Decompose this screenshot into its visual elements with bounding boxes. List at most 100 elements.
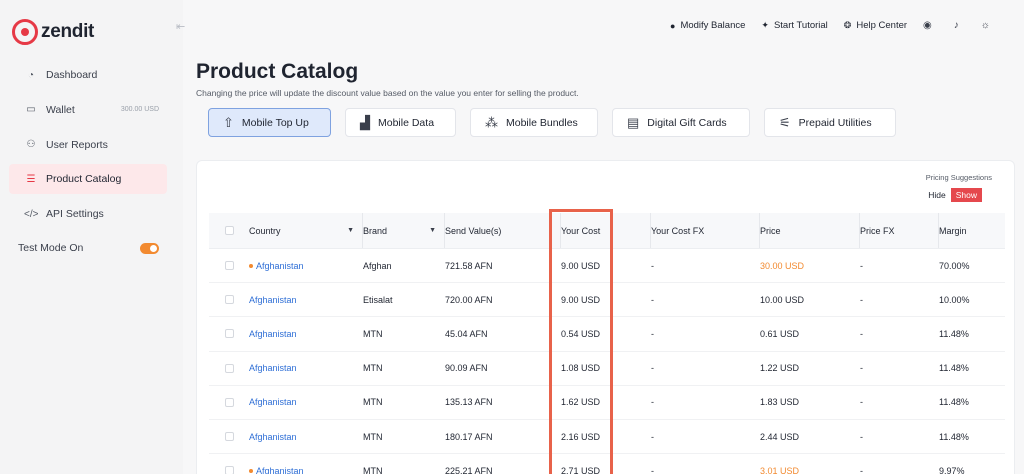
country-link[interactable]: Afghanistan — [249, 363, 297, 373]
cell-country: Afghanistan — [249, 283, 363, 316]
cell-country: Afghanistan — [249, 352, 363, 385]
row-checkbox[interactable] — [224, 295, 234, 305]
tab-digital-gift-cards[interactable]: ▤ Digital Gift Cards — [612, 108, 750, 137]
pricing-suggestions-toggle: Hide Show — [923, 188, 982, 202]
sidebar-item-label: Wallet — [46, 103, 75, 116]
cell-brand: Etisalat — [363, 294, 393, 305]
row-checkbox[interactable] — [224, 363, 234, 373]
cell-send-value: 225.21 AFN — [445, 465, 493, 474]
category-tabs: ⇧ Mobile Top Up ▟ Mobile Data ⁂ Mobile B… — [208, 108, 910, 137]
row-select-cell — [209, 352, 249, 385]
table-header: Country ▼ Brand ▼ Send Value(s) Your Cos… — [209, 213, 1005, 249]
sidebar-item-dashboard[interactable]: ◔ Dashboard — [9, 60, 167, 90]
cell-brand: Afghan — [363, 260, 392, 271]
sidebar: zendit ⇤ ◔ Dashboard ▭ Wallet 300.00 USD… — [0, 0, 185, 474]
cell-your-cost: 2.71 USD — [561, 465, 601, 474]
cell-price[interactable]: 0.61 USD — [760, 317, 860, 350]
test-mode-toggle[interactable] — [140, 242, 159, 254]
list-icon: ☰ — [26, 173, 36, 185]
bundles-icon: ⁂ — [485, 114, 498, 130]
modify-balance-label: Modify Balance — [680, 20, 746, 31]
cell-send-value: 720.00 AFN — [445, 294, 493, 305]
tab-prepaid-utilities[interactable]: ⚟ Prepaid Utilities — [764, 108, 896, 137]
cell-margin: 11.48% — [939, 363, 969, 374]
catalog-panel: Pricing Suggestions Hide Show Country ▼ … — [196, 160, 1015, 474]
sidebar-item-user-reports[interactable]: ⚇ User Reports — [9, 130, 167, 160]
row-checkbox[interactable] — [224, 432, 234, 442]
status-dot-icon — [249, 263, 253, 268]
theme-sun-icon[interactable]: ☼ — [981, 20, 990, 31]
row-checkbox[interactable] — [224, 466, 234, 474]
table-row: Afghanistan MTN 180.17 AFN 2.16 USD -2.44 US… — [209, 420, 1005, 455]
zendit-logo[interactable]: zendit — [12, 19, 94, 45]
table-row: Afghanistan MTN 135.13 AFN 1.62 USD -1.83 US… — [209, 386, 1005, 420]
logo-mark-icon — [12, 19, 38, 45]
header-country[interactable]: Country ▼ — [249, 213, 363, 248]
modify-balance-button[interactable]: ● Modify Balance — [670, 20, 745, 31]
tab-mobile-top-up[interactable]: ⇧ Mobile Top Up — [208, 108, 331, 137]
cell-price-fx: - — [860, 431, 863, 442]
country-link[interactable]: Afghanistan — [256, 466, 304, 474]
row-select-cell — [209, 249, 249, 282]
cell-price[interactable]: 1.22 USD — [760, 352, 860, 385]
cell-price[interactable]: 3.01 USD — [760, 454, 860, 474]
row-checkbox[interactable] — [224, 329, 234, 339]
cell-price[interactable]: 30.00 USD — [760, 249, 860, 282]
sidebar-item-product-catalog[interactable]: ☰ Product Catalog — [9, 164, 167, 195]
country-link[interactable]: Afghanistan — [249, 329, 297, 339]
cell-country: Afghanistan — [249, 420, 363, 453]
cell-country: Afghanistan — [249, 454, 363, 474]
cell-price-fx: - — [860, 465, 863, 474]
country-link[interactable]: Afghanistan — [249, 295, 297, 305]
tab-mobile-bundles[interactable]: ⁂ Mobile Bundles — [470, 108, 598, 137]
table-row: Afghanistan MTN 225.21 AFN 2.71 USD -3.01 US… — [209, 454, 1005, 474]
cell-price[interactable]: 2.44 USD — [760, 420, 860, 453]
header-brand[interactable]: Brand ▼ — [363, 213, 445, 248]
header-label: Price FX — [860, 225, 895, 236]
sidebar-item-wallet[interactable]: ▭ Wallet 300.00 USD — [9, 95, 167, 125]
tab-label: Mobile Top Up — [241, 116, 309, 129]
help-center-button[interactable]: ❂ Help Center — [844, 20, 907, 31]
header-price-fx: Price FX — [860, 213, 939, 248]
code-icon: </> — [24, 208, 39, 220]
cell-send-value: 180.17 AFN — [445, 431, 493, 442]
row-checkbox[interactable] — [224, 261, 234, 271]
table-row: Afghanistan MTN 90.09 AFN 1.08 USD -1.22 USD… — [209, 352, 1005, 386]
cell-your-cost-fx: - — [651, 260, 654, 271]
cell-your-cost: 1.62 USD — [561, 397, 601, 408]
filter-icon[interactable]: ▼ — [429, 227, 436, 234]
select-all-checkbox[interactable] — [224, 226, 234, 235]
account-icon[interactable]: ◉ — [923, 20, 932, 31]
country-link[interactable]: Afghanistan — [256, 261, 304, 271]
country-link[interactable]: Afghanistan — [249, 432, 297, 442]
collapse-sidebar-icon[interactable]: ⇤ — [176, 20, 185, 33]
start-tutorial-label: Start Tutorial — [773, 20, 828, 31]
cell-brand: MTN — [363, 397, 383, 408]
start-tutorial-button[interactable]: ✦ Start Tutorial — [761, 20, 827, 31]
header-label: Country — [249, 225, 281, 236]
table-row: Afghanistan MTN 45.04 AFN 0.54 USD -0.61 USD… — [209, 317, 1005, 352]
help-icon: ❂ — [843, 20, 852, 30]
cell-margin: 70.00% — [939, 260, 970, 271]
sidebar-item-api-settings[interactable]: </> API Settings — [9, 199, 167, 229]
pricing-show-button[interactable]: Show — [950, 188, 982, 202]
cell-price-fx: - — [860, 328, 863, 339]
cell-your-cost-fx: - — [651, 465, 654, 474]
cell-margin: 11.48% — [939, 431, 969, 442]
tutorial-icon: ✦ — [761, 20, 769, 30]
header-margin: Margin — [939, 213, 1005, 248]
mobile-topup-icon: ⇧ — [223, 114, 234, 130]
country-link[interactable]: Afghanistan — [249, 397, 297, 407]
header-your-cost: Your Cost — [561, 213, 651, 248]
cell-your-cost-fx: - — [651, 363, 654, 374]
cell-price[interactable]: 10.00 USD — [760, 283, 860, 316]
wallet-icon: ▭ — [26, 104, 36, 116]
notification-bell-icon[interactable]: ♪ — [954, 20, 959, 31]
product-table: Country ▼ Brand ▼ Send Value(s) Your Cos… — [209, 213, 1005, 474]
row-checkbox[interactable] — [224, 397, 234, 407]
sidebar-item-label: API Settings — [46, 208, 104, 221]
tab-mobile-data[interactable]: ▟ Mobile Data — [345, 108, 456, 137]
pricing-hide-button[interactable]: Hide — [923, 188, 951, 202]
filter-icon[interactable]: ▼ — [347, 227, 354, 234]
cell-price[interactable]: 1.83 USD — [760, 386, 860, 419]
